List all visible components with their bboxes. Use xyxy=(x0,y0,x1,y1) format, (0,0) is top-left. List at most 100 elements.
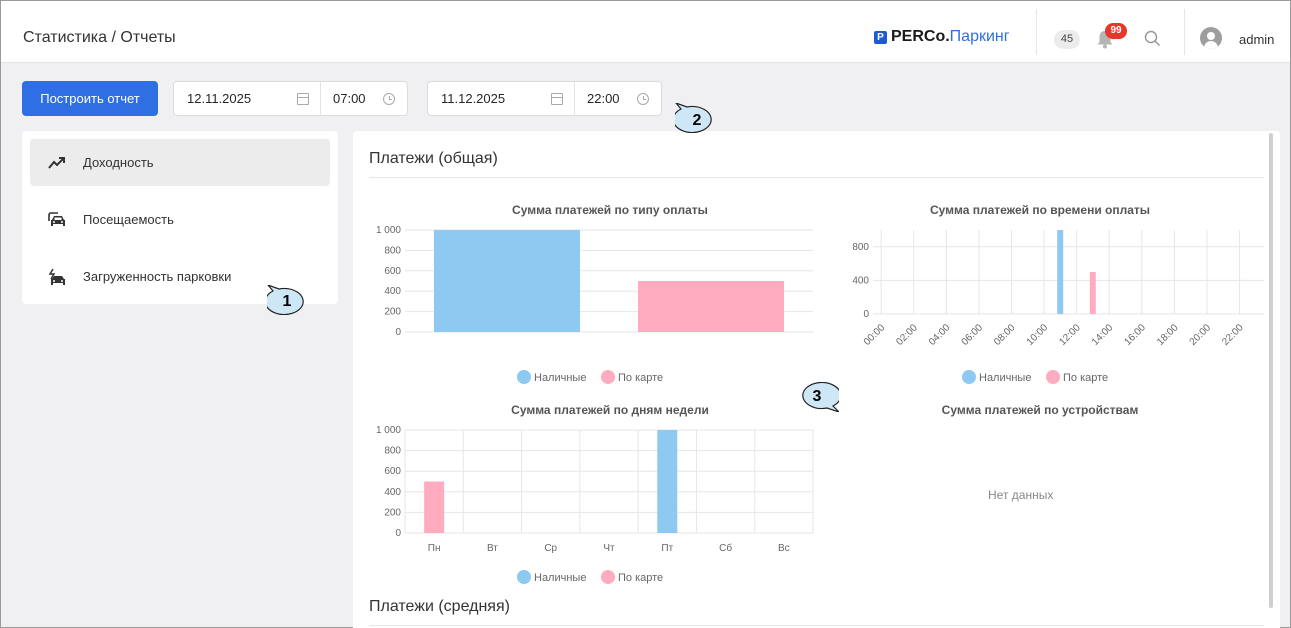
clock-icon[interactable] xyxy=(383,92,395,105)
x-tick-label: 22:00 xyxy=(1220,322,1246,348)
calendar-icon[interactable] xyxy=(297,92,309,105)
legend[interactable]: Наличные По карте xyxy=(962,370,1108,384)
menu-item-attendance[interactable]: Посещаемость xyxy=(30,196,330,243)
legend-label-cash[interactable]: Наличные xyxy=(534,572,586,584)
charts-canvas: Сумма платежей по типу оплаты 1 000 800 60… xyxy=(376,203,1264,584)
y-tick-label: 400 xyxy=(852,275,869,286)
divider xyxy=(1036,9,1037,55)
logo-product: Паркинг xyxy=(949,28,1010,45)
logo-brand: PERCo. xyxy=(891,28,950,45)
y-tick-label: 1 000 xyxy=(376,425,401,436)
x-tick-label: Ср xyxy=(544,543,557,554)
chart-payment-weekday: 1 000 800 600 400 200 0 Пн Вт Ср Чт Пт Сб Вс xyxy=(376,425,814,554)
menu-item-label: Загруженность парковки xyxy=(83,269,232,284)
section-title-average: Платежи (средняя) xyxy=(369,598,510,615)
logo-mark-icon: P xyxy=(874,30,887,44)
x-tick-label: 10:00 xyxy=(1025,322,1051,348)
search-icon[interactable] xyxy=(1144,30,1161,47)
y-tick-label: 600 xyxy=(384,266,401,277)
from-date-field[interactable]: 12.11.2025 xyxy=(174,82,321,115)
calendar-icon[interactable] xyxy=(551,92,563,105)
avatar-icon[interactable] xyxy=(1200,27,1222,49)
menu-item-profitability[interactable]: Доходность xyxy=(30,139,330,186)
legend-swatch-cash xyxy=(517,570,531,584)
bar-cash[interactable] xyxy=(657,430,678,533)
bar-cash[interactable] xyxy=(1057,230,1064,314)
user-name[interactable]: admin xyxy=(1239,32,1274,47)
to-date-field[interactable]: 11.12.2025 xyxy=(428,82,575,115)
from-time-value: 07:00 xyxy=(333,91,366,106)
counter-badge[interactable]: 45 xyxy=(1054,30,1080,49)
to-time-value: 22:00 xyxy=(587,91,620,106)
chart-title: Сумма платежей по дням недели xyxy=(511,403,709,417)
y-tick-label: 200 xyxy=(384,307,401,318)
x-tick-label: Пт xyxy=(661,543,673,554)
y-tick-label: 400 xyxy=(384,487,401,498)
callout-1-label: 1 xyxy=(282,293,292,310)
bar-cash[interactable] xyxy=(434,230,580,332)
from-time-field[interactable]: 07:00 xyxy=(321,82,407,115)
legend[interactable]: Наличные По карте xyxy=(517,370,663,384)
cars-icon xyxy=(48,211,65,226)
y-tick-label: 800 xyxy=(384,446,401,457)
legend-swatch-card xyxy=(601,370,615,384)
y-tick-label: 200 xyxy=(384,507,401,518)
y-tick-label: 0 xyxy=(395,528,401,539)
x-tick-label: 16:00 xyxy=(1122,322,1148,348)
notification-count-badge: 99 xyxy=(1105,23,1127,39)
logo: P PERCo. Паркинг xyxy=(874,28,1010,46)
from-date-value: 12.11.2025 xyxy=(187,91,252,106)
legend-label-card[interactable]: По карте xyxy=(1063,372,1108,384)
x-tick-label: 04:00 xyxy=(927,322,953,348)
top-bar: Статистика / Отчеты P PERCo. Паркинг 45 … xyxy=(1,1,1290,63)
legend-label-cash[interactable]: Наличные xyxy=(534,372,586,384)
legend-swatch-card xyxy=(1046,370,1060,384)
no-data-label: Нет данных xyxy=(988,488,1054,502)
divider xyxy=(369,625,1264,626)
clock-icon[interactable] xyxy=(637,92,649,105)
report-type-menu: Доходность Посещаемость Загруженность па… xyxy=(22,131,338,304)
chart-payment-time: 800 400 0 00:00 02:00 04:00 06:00 08:00 10:00 12:… xyxy=(852,230,1264,348)
car-lightning-icon xyxy=(48,268,65,285)
y-tick-label: 0 xyxy=(395,327,401,338)
divider xyxy=(1184,9,1185,55)
legend-label-cash[interactable]: Наличные xyxy=(979,372,1031,384)
bar-card[interactable] xyxy=(1089,272,1096,314)
x-tick-label: 18:00 xyxy=(1155,322,1181,348)
scrollbar[interactable] xyxy=(1269,133,1273,608)
x-tick-label: 02:00 xyxy=(894,322,920,348)
legend-label-card[interactable]: По карте xyxy=(618,372,663,384)
x-tick-label: 20:00 xyxy=(1188,322,1214,348)
y-tick-label: 600 xyxy=(384,466,401,477)
y-tick-label: 400 xyxy=(384,286,401,297)
menu-item-label: Посещаемость xyxy=(83,212,174,227)
x-tick-label: 06:00 xyxy=(960,322,986,348)
chart-title: Сумма платежей по типу оплаты xyxy=(512,203,708,217)
x-tick-label: 08:00 xyxy=(992,322,1018,348)
to-date-value: 11.12.2025 xyxy=(441,91,506,106)
y-tick-label: 0 xyxy=(863,309,869,320)
report-content: Платежи (общая) Сумма платежей по типу о… xyxy=(353,131,1280,628)
legend-swatch-cash xyxy=(962,370,976,384)
breadcrumb: Статистика / Отчеты xyxy=(23,29,176,46)
x-tick-label: Пн xyxy=(428,543,441,554)
legend[interactable]: Наличные По карте xyxy=(517,570,663,584)
chart-title: Сумма платежей по времени оплаты xyxy=(930,203,1150,217)
callout-2-label: 2 xyxy=(692,112,702,129)
legend-swatch-cash xyxy=(517,370,531,384)
build-report-button[interactable]: Построить отчет xyxy=(22,81,158,116)
legend-label-card[interactable]: По карте xyxy=(618,572,663,584)
bar-card[interactable] xyxy=(638,281,784,332)
y-tick-label: 800 xyxy=(384,245,401,256)
y-tick-label: 1 000 xyxy=(376,225,401,236)
x-tick-label: Вт xyxy=(487,543,498,554)
date-range-to: 11.12.2025 22:00 xyxy=(427,81,662,116)
x-tick-label: Чт xyxy=(603,543,615,554)
x-tick-label: 14:00 xyxy=(1090,322,1116,348)
callout-3-label: 3 xyxy=(812,388,822,405)
to-time-field[interactable]: 22:00 xyxy=(575,82,661,115)
bar-card[interactable] xyxy=(424,481,445,534)
chart-payment-type: 1 000 800 600 400 200 0 xyxy=(376,225,813,338)
date-range-from: 12.11.2025 07:00 xyxy=(173,81,408,116)
x-tick-label: Сб xyxy=(719,542,732,554)
